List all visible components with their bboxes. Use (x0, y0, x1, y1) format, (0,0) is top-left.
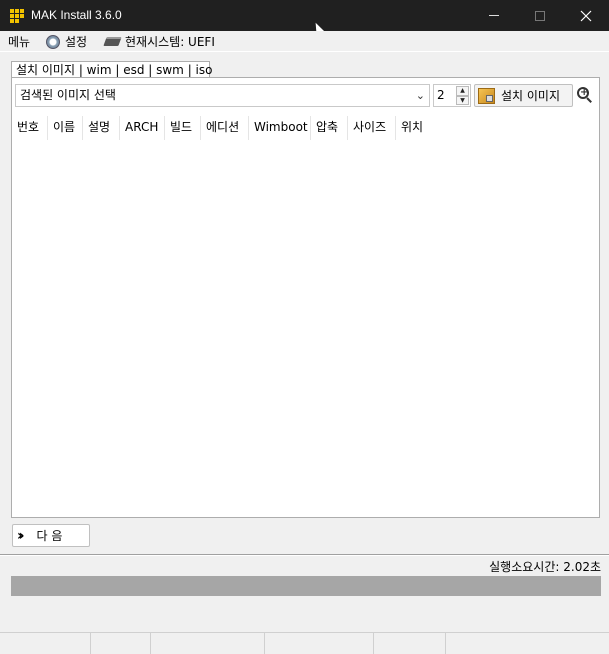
double-chevron-right-icon: ›› (17, 527, 24, 544)
status-bar (0, 632, 609, 654)
minimize-button[interactable] (471, 0, 517, 31)
column-header-number[interactable]: 번호 (12, 116, 48, 140)
window-title: MAK Install 3.6.0 (31, 8, 122, 22)
gear-icon (46, 34, 60, 49)
status-segment (151, 632, 265, 654)
image-select-value: 검색된 이미지 선택 (20, 88, 116, 102)
maximize-button[interactable] (517, 0, 563, 31)
menu-item-label: 설정 (65, 35, 88, 49)
menu-item-label: 메뉴 (8, 35, 31, 49)
footer-divider (0, 554, 609, 556)
column-header-compression[interactable]: 압축 (311, 116, 348, 140)
column-header-location[interactable]: 위치 (396, 116, 436, 140)
close-button[interactable] (563, 0, 609, 31)
column-header-build[interactable]: 빌드 (165, 116, 201, 140)
column-header-size[interactable]: 사이즈 (348, 116, 396, 140)
menu-item-system[interactable]: 현재시스템: UEFI (103, 33, 215, 50)
minimize-icon (489, 15, 499, 16)
stepper-down-icon[interactable]: ▼ (456, 95, 469, 105)
status-segment (374, 632, 446, 654)
status-segment (91, 632, 151, 654)
column-header-edition[interactable]: 에디션 (201, 116, 249, 140)
next-label: 다 음 (36, 529, 63, 543)
app-icon (9, 8, 25, 24)
index-stepper-value: 2 (437, 88, 445, 102)
tab-panel (11, 77, 600, 518)
package-icon (478, 87, 495, 104)
zoom-in-button[interactable]: + (576, 86, 594, 104)
menu-item-menu[interactable]: 메뉴 (8, 33, 30, 50)
column-header-description[interactable]: 설명 (83, 116, 120, 140)
menu-bar: 메뉴 설정 현재시스템: UEFI (0, 31, 609, 51)
chip-icon (103, 37, 122, 46)
status-segment (0, 632, 91, 654)
chevron-down-icon: ⌄ (415, 89, 425, 102)
maximize-icon (535, 10, 545, 21)
close-icon (580, 10, 592, 21)
column-header-name[interactable]: 이름 (48, 116, 83, 140)
title-bar: MAK Install 3.6.0 (0, 0, 609, 31)
image-select[interactable]: 검색된 이미지 선택 ⌄ (15, 84, 430, 107)
column-header-wimboot[interactable]: Wimboot (249, 116, 311, 140)
tab-install-image[interactable]: 설치 이미지 | wim | esd | swm | iso (11, 61, 212, 78)
progress-bar (11, 576, 601, 596)
menu-item-label: 현재시스템: UEFI (125, 35, 215, 49)
menu-divider (0, 51, 609, 52)
menu-item-settings[interactable]: 설정 (46, 33, 87, 50)
image-list-header: 번호 이름 설명 ARCH 빌드 에디션 Wimboot 압축 사이즈 위치 (12, 116, 436, 140)
status-segment (265, 632, 374, 654)
stepper-up-icon[interactable]: ▲ (456, 86, 469, 96)
next-button[interactable]: ›› 다 음 (12, 524, 90, 547)
install-image-label: 설치 이미지 (501, 89, 561, 103)
elapsed-time: 실행소요시간: 2.02초 (489, 560, 601, 574)
index-stepper[interactable]: 2 ▲ ▼ (433, 84, 471, 107)
status-segment (446, 632, 609, 654)
column-header-arch[interactable]: ARCH (120, 116, 165, 140)
install-image-button[interactable]: 설치 이미지 (474, 84, 573, 107)
